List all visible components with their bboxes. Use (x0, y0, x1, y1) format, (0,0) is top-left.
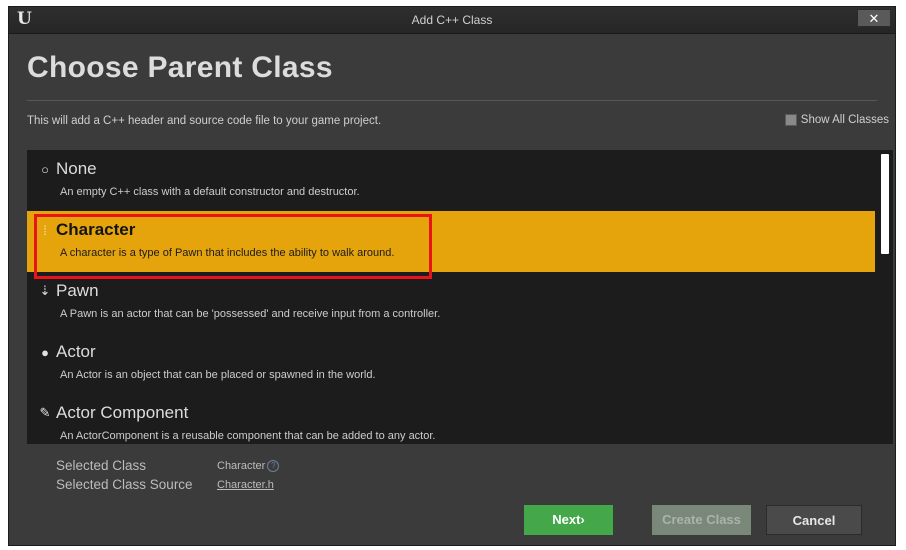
add-class-dialog: U Add C++ Class ✕ Choose Parent Class Th… (8, 6, 896, 546)
class-item-character[interactable]: ⁞ Character A character is a type of Paw… (27, 211, 875, 272)
selected-class-name: Character (217, 460, 266, 472)
class-description: An Actor is an object that can be placed… (60, 369, 376, 381)
class-name: Pawn (56, 281, 99, 300)
actor-component-icon: ✎ (39, 405, 51, 420)
title-bar[interactable]: U Add C++ Class ✕ (9, 7, 895, 34)
actor-icon: ● (41, 344, 49, 360)
show-all-label: Show All Classes (800, 114, 889, 126)
class-description: A character is a type of Pawn that inclu… (60, 247, 395, 259)
help-icon[interactable]: ? (267, 460, 280, 473)
selected-class-source-label: Selected Class Source (56, 477, 193, 492)
description-text: This will add a C++ header and source co… (27, 115, 382, 127)
class-name: Character (56, 220, 136, 239)
class-item-actor[interactable]: ● Actor An Actor is an object that can b… (27, 333, 875, 394)
class-description: An ActorComponent is a reusable componen… (60, 430, 436, 442)
class-name: None (56, 159, 97, 178)
parent-class-list[interactable]: ○ None An empty C++ class with a default… (27, 150, 893, 444)
pawn-icon: ⇣ (39, 283, 51, 298)
circle-outline-icon: ○ (41, 161, 49, 177)
class-name: Actor Component (56, 403, 189, 422)
selected-class-label: Selected Class (56, 458, 147, 473)
cancel-button[interactable]: Cancel (766, 505, 862, 535)
next-button[interactable]: Next› (524, 505, 613, 535)
create-class-button[interactable]: Create Class (652, 505, 751, 535)
class-name: Actor (56, 342, 96, 361)
class-item-actor-component[interactable]: ✎ Actor Component An ActorComponent is a… (27, 394, 875, 444)
selected-class-value: Character? (217, 460, 280, 473)
divider (27, 100, 877, 101)
window-title: Add C++ Class (411, 13, 493, 27)
class-description: A Pawn is an actor that can be 'possesse… (60, 308, 441, 320)
character-icon: ⁞ (43, 222, 47, 238)
class-item-pawn[interactable]: ⇣ Pawn A Pawn is an actor that can be 'p… (27, 272, 875, 333)
page-title: Choose Parent Class (27, 51, 333, 84)
close-button[interactable]: ✕ (857, 9, 891, 27)
show-all-classes-toggle[interactable]: Show All Classes (784, 114, 889, 126)
class-description: An empty C++ class with a default constr… (60, 186, 360, 198)
selected-class-source-link[interactable]: Character.h (217, 479, 274, 491)
list-scrollbar[interactable] (881, 154, 889, 254)
show-all-checkbox[interactable] (784, 114, 797, 126)
class-item-none[interactable]: ○ None An empty C++ class with a default… (27, 150, 875, 211)
